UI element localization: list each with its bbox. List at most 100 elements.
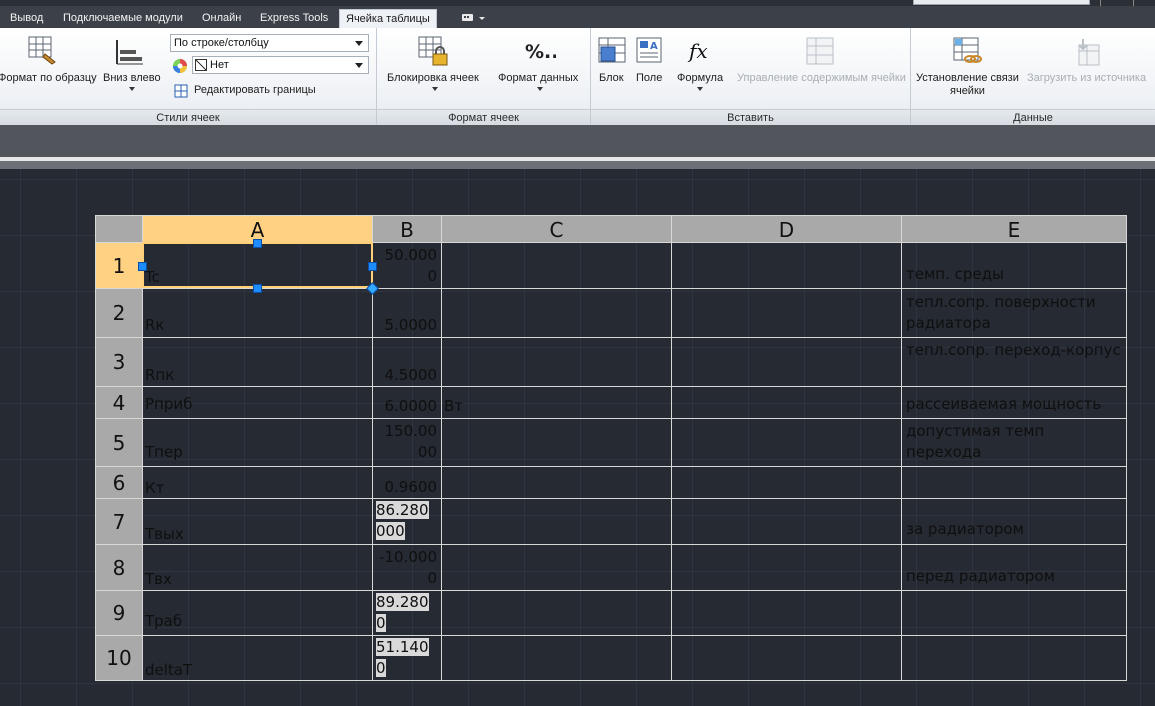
cell-b-value[interactable]: 5.0000 — [375, 315, 438, 336]
cell-c-unit[interactable]: Вт — [444, 397, 463, 415]
grip-left[interactable] — [138, 262, 147, 271]
grid-line — [95, 544, 1127, 545]
block-label[interactable]: Блок — [599, 72, 624, 84]
grip-right[interactable] — [368, 262, 377, 271]
column-header-b[interactable]: B — [373, 216, 441, 242]
svg-text:A: A — [650, 41, 658, 52]
tab-online[interactable]: Онлайн — [202, 9, 241, 28]
lock-cells-icon[interactable] — [418, 36, 450, 72]
grid-line — [95, 418, 1127, 419]
manage-contents-label: Управление содержимым ячейки — [737, 72, 906, 84]
row-header[interactable]: 5 — [96, 419, 142, 466]
svg-text:%..: %.. — [525, 41, 556, 63]
selected-cell-outline[interactable] — [142, 242, 373, 288]
cell-e-description[interactable]: допустимая темп перехода — [906, 421, 1121, 463]
cell-a-label[interactable]: Твх — [145, 570, 172, 588]
link-cell-icon[interactable] — [953, 37, 983, 71]
lock-dropdown-arrow[interactable] — [432, 87, 438, 91]
cell-b-value[interactable]: 51.1400 — [376, 637, 438, 679]
row-header[interactable]: 9 — [96, 591, 142, 635]
no-fill-icon — [195, 59, 207, 71]
tab-table-cell[interactable]: Ячейка таблицы — [339, 9, 437, 28]
row-header[interactable]: 10 — [96, 636, 142, 680]
cell-b-value[interactable]: 89.2800 — [376, 592, 438, 634]
align-bottom-left-icon[interactable] — [115, 38, 145, 70]
formula-dropdown-arrow[interactable] — [697, 87, 703, 91]
row-header[interactable]: 1 — [96, 243, 142, 288]
cell-b-value[interactable]: 150.0000 — [375, 421, 438, 463]
block-icon[interactable] — [598, 37, 626, 71]
cell-b-value[interactable]: -10.0000 — [375, 547, 437, 589]
column-header-d[interactable]: D — [672, 216, 901, 242]
toolbar-band — [0, 125, 1155, 157]
row-header[interactable]: 3 — [96, 338, 142, 386]
cell-e-description[interactable]: тепл.сопр. поверхности радиатора — [906, 292, 1121, 334]
grid-line — [95, 590, 1127, 591]
column-header-e[interactable]: E — [902, 216, 1126, 242]
row-header[interactable]: 7 — [96, 499, 142, 544]
cell-a-label[interactable]: Траб — [145, 612, 182, 630]
grip-bottom[interactable] — [253, 284, 262, 293]
grid-line — [95, 386, 1127, 387]
cell-a-label[interactable]: Кт — [145, 479, 164, 497]
panel-cell-styles-title: Стили ячеек — [0, 109, 376, 126]
cell-b-value[interactable]: 0.9600 — [375, 477, 438, 498]
tab-express-tools[interactable]: Express Tools — [260, 9, 328, 28]
edit-borders-label[interactable]: Редактировать границы — [194, 84, 316, 96]
cell-a-label[interactable]: Рприб — [145, 395, 192, 413]
format-painter-icon[interactable] — [28, 36, 58, 70]
field-label[interactable]: Поле — [636, 72, 662, 84]
table-corner[interactable] — [96, 216, 142, 242]
link-cell-label-line2[interactable]: ячейки — [950, 85, 985, 97]
tab-plugins[interactable]: Подключаемые модули — [63, 9, 183, 28]
cell-b-value[interactable]: 86.280000 — [376, 500, 438, 542]
grid-line — [671, 215, 672, 681]
cell-b-value[interactable]: 50.0000 — [375, 245, 438, 287]
row-column-combo-value: По строке/столбцу — [174, 37, 269, 49]
grid-line — [95, 288, 1127, 289]
cell-a-label[interactable]: Tпер — [145, 443, 183, 461]
formula-label[interactable]: Формула — [677, 72, 723, 84]
format-painter-label[interactable]: Формат по образцу — [0, 72, 97, 84]
grid-line — [95, 498, 1127, 499]
align-label[interactable]: Вниз влево — [103, 72, 161, 84]
row-header[interactable]: 8 — [96, 545, 142, 590]
row-header[interactable]: 2 — [96, 289, 142, 337]
cell-a-label[interactable]: Rпк — [145, 366, 174, 384]
grip-top[interactable] — [253, 239, 262, 248]
cell-e-description[interactable]: темп. среды — [906, 264, 1121, 285]
formula-icon[interactable]: fx — [687, 38, 715, 70]
column-header-c[interactable]: C — [442, 216, 671, 242]
fill-color-combo[interactable]: Нет — [192, 56, 369, 74]
color-wheel-icon[interactable] — [172, 58, 188, 78]
cell-e-description[interactable]: рассеиваемая мощность — [906, 394, 1121, 415]
cell-b-value-text: 89.2800 — [376, 593, 429, 632]
field-icon[interactable]: A — [636, 37, 664, 71]
cell-b-value[interactable]: 4.5000 — [375, 365, 438, 386]
help-search-input[interactable] — [913, 0, 1090, 5]
link-cell-label-line1[interactable]: Установление связи — [916, 72, 1019, 84]
viewport-tabs-strip — [0, 161, 1155, 169]
cell-a-label[interactable]: Твых — [145, 525, 184, 543]
workspace-switch-icon[interactable] — [458, 11, 488, 26]
cell-a-label[interactable]: Rк — [145, 316, 164, 334]
data-format-icon[interactable]: %.. — [524, 40, 558, 68]
chevron-down-icon — [355, 63, 363, 68]
row-header[interactable]: 6 — [96, 467, 142, 498]
cell-e-description[interactable]: перед радиатором — [906, 566, 1121, 587]
row-header[interactable]: 4 — [96, 387, 142, 418]
data-format-dropdown-arrow[interactable] — [537, 87, 543, 91]
chevron-down-icon — [355, 41, 363, 46]
row-column-combo[interactable]: По строке/столбцу — [170, 34, 369, 52]
cell-a-label[interactable]: deltaT — [145, 661, 192, 679]
lock-cells-label[interactable]: Блокировка ячеек — [387, 72, 479, 84]
cell-b-value[interactable]: 6.0000 — [375, 396, 438, 417]
tab-output[interactable]: Вывод — [10, 9, 43, 28]
manage-contents-icon — [806, 37, 836, 71]
cell-e-description[interactable]: тепл.сопр. переход-корпус — [906, 340, 1121, 361]
cell-e-description[interactable]: за радиатором — [906, 519, 1121, 540]
align-dropdown-arrow[interactable] — [129, 87, 135, 91]
data-format-label[interactable]: Формат данных — [498, 72, 578, 84]
borders-icon[interactable] — [174, 83, 188, 102]
grid-line — [95, 635, 1127, 636]
